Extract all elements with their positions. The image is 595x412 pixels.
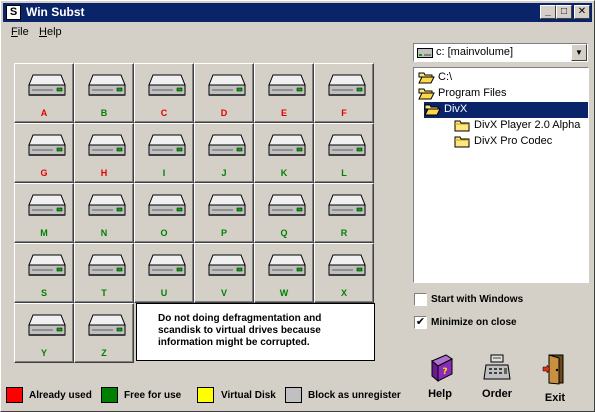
drive-button-k[interactable]: K xyxy=(254,123,314,183)
drive-button-w[interactable]: W xyxy=(254,243,314,303)
drive-letter: T xyxy=(101,288,107,298)
tree-node-label: DivX xyxy=(444,103,468,115)
drive-button-f[interactable]: F xyxy=(314,63,374,123)
drive-button-z[interactable]: Z xyxy=(74,303,134,363)
close-button[interactable]: ✕ xyxy=(574,5,590,19)
order-button[interactable]: Order xyxy=(473,353,521,403)
drive-button-g[interactable]: G xyxy=(14,123,74,183)
maximize-button[interactable]: □ xyxy=(556,5,572,19)
drive-letter: Z xyxy=(101,348,107,358)
drive-letter: U xyxy=(160,288,168,298)
drive-letter: F xyxy=(341,108,347,118)
app-window: S Win Subst _ □ ✕ File Help A B C D E F G H I J K L… xyxy=(0,0,595,412)
drive-letter: H xyxy=(100,168,108,178)
drive-button-o[interactable]: O xyxy=(134,183,194,243)
drive-button-c[interactable]: C xyxy=(134,63,194,123)
drive-letter: G xyxy=(40,168,48,178)
tree-node[interactable]: DivX xyxy=(424,102,588,118)
drive-letter: B xyxy=(100,108,108,118)
drive-button-v[interactable]: V xyxy=(194,243,254,303)
drive-letter: S xyxy=(40,288,47,298)
drive-button-e[interactable]: E xyxy=(254,63,314,123)
drive-letter: W xyxy=(279,288,289,298)
minimize-button[interactable]: _ xyxy=(540,5,556,19)
drive-button-m[interactable]: M xyxy=(14,183,74,243)
tree-node-label: DivX Pro Codec xyxy=(474,135,553,147)
exit-label: Exit xyxy=(544,392,566,404)
tree-node-label: C:\ xyxy=(438,71,453,83)
cash-register-icon xyxy=(483,354,511,380)
legend-label-virtual: Virtual Disk xyxy=(221,390,276,401)
drive-letter: M xyxy=(40,228,48,238)
help-book-icon: ? xyxy=(431,354,453,383)
help-button[interactable]: ? Help xyxy=(416,353,464,403)
drive-letter: O xyxy=(160,228,168,238)
drive-letter: V xyxy=(220,288,227,298)
svg-text:?: ? xyxy=(442,367,447,377)
help-label: Help xyxy=(428,388,452,400)
warning-note: Do not doing defragmentation and scandis… xyxy=(136,303,375,361)
drive-letter: E xyxy=(280,108,287,118)
legend-swatch-used xyxy=(6,387,23,403)
legend-label-free: Free for use xyxy=(124,390,182,401)
drive-letter: I xyxy=(162,168,166,178)
legend-swatch-free xyxy=(101,387,118,403)
order-label: Order xyxy=(482,388,512,400)
drive-button-q[interactable]: Q xyxy=(254,183,314,243)
drive-letter: P xyxy=(220,228,227,238)
folder-tree[interactable]: C:\ Program Files DivX DivX Player 2.0 Alph… xyxy=(413,67,589,283)
drive-letter: J xyxy=(221,168,227,178)
drive-letter: Q xyxy=(280,228,288,238)
drive-letter: A xyxy=(40,108,48,118)
drive-button-r[interactable]: R xyxy=(314,183,374,243)
drive-button-x[interactable]: X xyxy=(314,243,374,303)
drive-button-b[interactable]: B xyxy=(74,63,134,123)
menu-help[interactable]: Help xyxy=(39,26,62,38)
drive-letter: Y xyxy=(40,348,47,358)
legend-swatch-blocked xyxy=(285,387,302,403)
start-with-windows-label: Start with Windows xyxy=(431,294,524,305)
tree-node-label: Program Files xyxy=(438,87,507,99)
window-title: Win Subst xyxy=(26,5,85,19)
drive-button-t[interactable]: T xyxy=(74,243,134,303)
drive-letter: X xyxy=(340,288,347,298)
drive-button-l[interactable]: L xyxy=(314,123,374,183)
legend-label-used: Already used xyxy=(29,390,92,401)
exit-button[interactable]: Exit xyxy=(531,353,579,404)
drive-button-p[interactable]: P xyxy=(194,183,254,243)
chevron-down-icon[interactable]: ▼ xyxy=(571,44,587,61)
drive-button-u[interactable]: U xyxy=(134,243,194,303)
menu-file[interactable]: File xyxy=(11,26,29,38)
app-icon[interactable]: S xyxy=(6,5,21,20)
minimize-on-close-label: Minimize on close xyxy=(431,317,517,328)
drive-letter: D xyxy=(220,108,228,118)
minimize-on-close-checkbox[interactable]: ✔ xyxy=(414,316,427,329)
drive-select[interactable]: c: [mainvolume] ▼ xyxy=(413,43,588,62)
drive-select-value: c: [mainvolume] xyxy=(436,46,514,58)
drive-button-n[interactable]: N xyxy=(74,183,134,243)
drive-button-i[interactable]: I xyxy=(134,123,194,183)
drive-letter: K xyxy=(280,168,288,178)
tree-node-label: DivX Player 2.0 Alpha xyxy=(474,119,581,131)
drive-button-d[interactable]: D xyxy=(194,63,254,123)
drive-button-a[interactable]: A xyxy=(14,63,74,123)
drive-letter: R xyxy=(340,228,348,238)
drive-letter: L xyxy=(341,168,347,178)
legend-swatch-virtual xyxy=(197,387,214,403)
drive-button-y[interactable]: Y xyxy=(14,303,74,363)
start-with-windows-checkbox[interactable] xyxy=(414,293,427,306)
legend-label-blocked: Block as unregister xyxy=(308,390,401,401)
drive-icon xyxy=(417,48,433,61)
drive-letter: C xyxy=(160,108,168,118)
drive-letter: N xyxy=(100,228,108,238)
drive-button-h[interactable]: H xyxy=(74,123,134,183)
exit-door-icon xyxy=(542,354,564,385)
title-bar[interactable]: S Win Subst _ □ ✕ xyxy=(3,3,592,22)
drive-button-s[interactable]: S xyxy=(14,243,74,303)
drive-button-j[interactable]: J xyxy=(194,123,254,183)
